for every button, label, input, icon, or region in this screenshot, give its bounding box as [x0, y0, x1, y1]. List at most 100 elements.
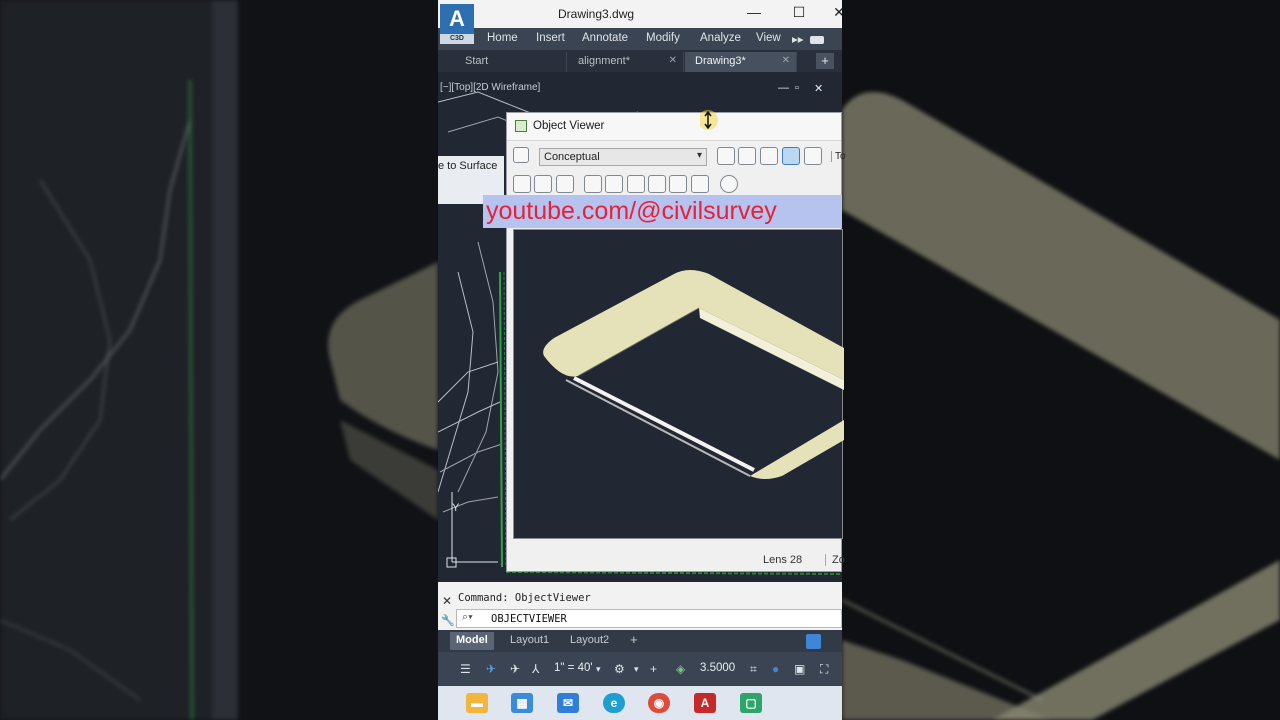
toolbar-overflow-label[interactable]: To	[831, 151, 846, 162]
file-tab-label: alignment*	[578, 55, 630, 67]
viewport-close-icon[interactable]: ✕	[814, 82, 823, 95]
conceptual-3d-solid	[543, 270, 844, 479]
crosshair-icon[interactable]	[720, 175, 738, 193]
model-space-icon[interactable]	[806, 634, 821, 649]
zoom-window-icon[interactable]	[605, 175, 623, 193]
close-command-line-icon[interactable]: ✕	[442, 594, 452, 608]
close-tab-icon[interactable]: ✕	[782, 55, 790, 66]
civil3d-icon[interactable]: ▢	[740, 693, 762, 713]
add-icon[interactable]: +	[650, 662, 657, 676]
file-tab-alignment[interactable]: alignment* ✕	[568, 52, 684, 72]
chevron-down-icon: ▾	[696, 150, 702, 161]
palette-item-label: e to Surface	[438, 160, 498, 172]
lineweight-value[interactable]: 3.5000	[700, 662, 735, 674]
tab-model[interactable]: Model	[450, 632, 494, 650]
workspace-dropdown-icon[interactable]: ▾	[634, 664, 639, 675]
edge-icon[interactable]: e	[603, 693, 625, 713]
add-layout-button[interactable]: +	[630, 632, 638, 647]
visual-style-value: Conceptual	[544, 151, 600, 163]
view-iso-icon[interactable]	[534, 175, 552, 193]
zoom-extents-icon[interactable]	[627, 175, 645, 193]
screen: Drawing3.dwg — ☐ ✕ A C3D Home Insert Ann…	[0, 0, 1280, 720]
object-viewer-canvas[interactable]	[513, 229, 844, 539]
tab-annotate[interactable]: Annotate	[582, 32, 628, 44]
command-line: ✕ 🔧 Command: ObjectViewer ⌕▾ OBJECTVIEWE…	[438, 582, 842, 630]
object-viewer-toolbar-top: Conceptual ▾ To	[507, 142, 846, 170]
command-input[interactable]: ⌕▾ OBJECTVIEWER	[456, 609, 842, 628]
view-front-icon[interactable]	[513, 175, 531, 193]
tab-layout2[interactable]: Layout2	[564, 632, 615, 650]
fullscreen-icon[interactable]: ⛶	[820, 662, 828, 677]
file-tab-bar: Start alignment* ✕ Drawing3* ✕ +	[438, 50, 842, 72]
save-icon[interactable]	[513, 147, 529, 163]
viewport-restore-icon[interactable]: ▫	[795, 82, 799, 94]
snap-icon[interactable]: ⌗	[750, 662, 757, 677]
annotation-visibility-icon[interactable]: ✈	[486, 662, 496, 676]
auto-scale-icon[interactable]: ✈	[510, 662, 520, 676]
command-history: Command: ObjectViewer	[458, 592, 591, 604]
background-solid-shape	[842, 92, 1280, 720]
background-linework	[0, 0, 438, 720]
store-icon[interactable]: ▦	[511, 693, 533, 713]
view-cube-icon[interactable]	[760, 147, 778, 165]
zoom-realtime-icon[interactable]	[584, 175, 602, 193]
object-viewer-title: Object Viewer	[533, 120, 605, 132]
hardware-acceleration-icon[interactable]: ▣	[794, 662, 805, 676]
application-menu-button[interactable]: A C3D	[440, 4, 474, 44]
zoom-in-icon[interactable]	[648, 175, 666, 193]
ucs-y-label: Y	[452, 502, 460, 514]
new-tab-button[interactable]: +	[816, 53, 834, 69]
workspace-gear-icon[interactable]: ⚙	[614, 662, 625, 676]
ribbon-toggle-icon[interactable]	[810, 36, 824, 44]
viewport-controls-label[interactable]: [−][Top][2D Wireframe]	[440, 82, 540, 93]
file-explorer-icon[interactable]: ▬	[466, 693, 488, 713]
visual-style-select[interactable]: Conceptual ▾	[539, 148, 707, 166]
tab-layout1[interactable]: Layout1	[504, 632, 555, 650]
annotation-monitor-icon[interactable]: ⅄	[532, 662, 539, 676]
maximize-button[interactable]: ☐	[789, 4, 809, 21]
zoom-label: Zo	[825, 554, 845, 566]
mail-icon[interactable]: ✉	[557, 693, 579, 713]
tab-modify[interactable]: Modify	[646, 32, 680, 44]
minimize-button[interactable]: —	[744, 4, 764, 20]
pan-icon[interactable]	[782, 147, 800, 165]
tab-insert[interactable]: Insert	[536, 32, 565, 44]
blurred-background-left	[0, 0, 438, 720]
view-preset-icon[interactable]	[556, 175, 574, 193]
surface-icon[interactable]: ◈	[676, 662, 685, 676]
file-tab-start[interactable]: Start	[455, 52, 567, 72]
title-bar: Drawing3.dwg — ☐ ✕	[438, 0, 842, 28]
ribbon-overflow-icon[interactable]: ▸▸	[792, 32, 804, 46]
zoom-icon[interactable]	[738, 147, 756, 165]
tab-analyze[interactable]: Analyze	[700, 32, 741, 44]
annotation-scale-value[interactable]: 1" = 40'	[554, 662, 593, 674]
customize-wrench-icon[interactable]: 🔧	[441, 614, 455, 627]
search-icon: ⌕▾	[462, 611, 473, 623]
object-viewer-title-bar[interactable]: Object Viewer	[507, 113, 841, 141]
file-tab-label: Drawing3*	[695, 55, 746, 67]
camera-icon[interactable]	[804, 147, 822, 165]
object-viewer-icon	[515, 120, 527, 132]
chrome-icon[interactable]: ◉	[648, 693, 670, 713]
command-input-text: OBJECTVIEWER	[491, 613, 567, 625]
autocad-icon[interactable]: A	[694, 693, 716, 713]
channel-watermark-banner: youtube.com/@civilsurvey	[483, 195, 842, 228]
customize-status-icon[interactable]: ☰	[460, 662, 471, 676]
file-tab-label: Start	[465, 55, 489, 67]
isolate-icon[interactable]: ●	[772, 662, 779, 676]
object-viewer-dialog: Object Viewer Conceptual ▾ To Lens 28 Zo	[506, 112, 846, 572]
scale-dropdown-icon[interactable]: ▾	[596, 664, 601, 675]
tab-home[interactable]: Home	[487, 32, 518, 44]
close-tab-icon[interactable]: ✕	[669, 55, 677, 66]
layout-tab-bar: Model Layout1 Layout2 +	[438, 630, 842, 652]
orbit-icon[interactable]	[717, 147, 735, 165]
file-tab-drawing3[interactable]: Drawing3* ✕	[685, 52, 797, 72]
status-bar: ☰ ✈ ✈ ⅄ 1" = 40' ▾ ⚙ ▾ + ◈ 3.5000 ⌗ ● ▣ …	[438, 652, 842, 686]
zoom-out-icon[interactable]	[669, 175, 687, 193]
document-title: Drawing3.dwg	[558, 7, 635, 21]
viewport-minimize-icon[interactable]: —	[778, 82, 789, 94]
close-button[interactable]: ✕	[829, 4, 842, 21]
app-logo-letter: A	[449, 6, 465, 31]
tab-view[interactable]: View	[756, 32, 781, 44]
zoom-previous-icon[interactable]	[691, 175, 709, 193]
